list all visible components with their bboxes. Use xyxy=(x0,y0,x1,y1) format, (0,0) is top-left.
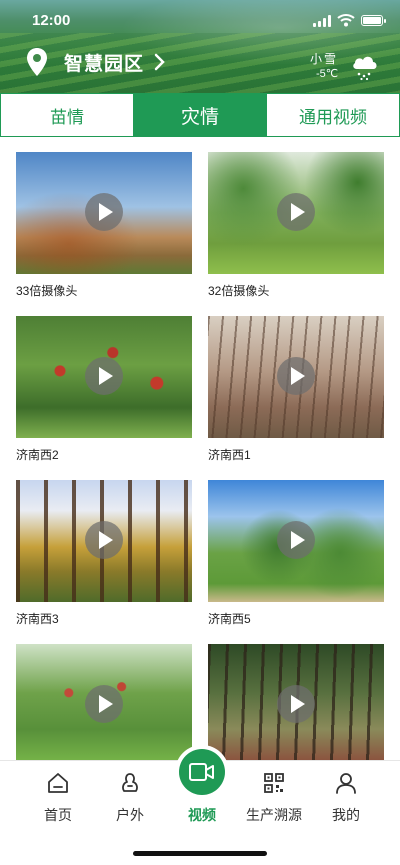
video-card[interactable]: 济南西3 xyxy=(16,480,192,626)
play-icon xyxy=(277,685,315,723)
weather-description: 小雪 xyxy=(310,52,339,66)
play-icon xyxy=(85,685,123,723)
video-title: 济南西5 xyxy=(208,612,251,626)
nav-label: 户外 xyxy=(116,807,144,823)
play-icon xyxy=(85,193,123,231)
nav-item-profile[interactable]: 我的 xyxy=(306,761,386,831)
video-camera-icon xyxy=(189,763,214,781)
nav-label: 首页 xyxy=(44,807,72,823)
play-icon xyxy=(277,357,315,395)
video-thumbnail xyxy=(208,644,384,766)
nav-label: 生产溯源 xyxy=(246,807,302,823)
header-banner: 12:00 智慧园区 小雪 -5℃ xyxy=(0,0,400,93)
video-title: 32倍摄像头 xyxy=(208,284,270,298)
video-title: 济南西1 xyxy=(208,448,251,462)
video-thumbnail xyxy=(208,152,384,274)
status-time: 12:00 xyxy=(32,12,71,29)
nav-label: 我的 xyxy=(332,807,360,823)
battery-icon xyxy=(361,15,386,26)
chevron-right-icon xyxy=(154,53,165,71)
play-icon xyxy=(85,357,123,395)
nav-item-home[interactable]: 首页 xyxy=(18,761,98,831)
video-card[interactable]: 济南西2 xyxy=(16,316,192,462)
user-icon xyxy=(336,773,356,794)
wifi-icon xyxy=(337,14,355,27)
category-tabs: 苗情 灾情 通用视频 xyxy=(0,93,400,137)
qr-code-icon xyxy=(264,773,284,793)
home-indicator xyxy=(133,851,267,856)
play-icon xyxy=(277,521,315,559)
home-icon xyxy=(48,773,68,793)
video-title: 济南西3 xyxy=(16,612,59,626)
video-card[interactable] xyxy=(208,644,384,766)
video-tab-bubble xyxy=(179,749,225,795)
status-bar: 12:00 xyxy=(0,0,400,44)
play-icon xyxy=(85,521,123,559)
video-thumbnail xyxy=(16,644,192,766)
video-card[interactable] xyxy=(16,644,192,766)
video-card[interactable]: 济南西5 xyxy=(208,480,384,626)
location-name: 智慧园区 xyxy=(64,53,145,75)
location-pin-icon xyxy=(27,48,47,76)
nav-item-outdoor[interactable]: 户外 xyxy=(90,761,170,831)
video-thumbnail xyxy=(208,480,384,602)
tab-disaster[interactable]: 灾情 xyxy=(133,94,266,136)
weather-temperature: -5℃ xyxy=(316,68,339,80)
video-title: 济南西2 xyxy=(16,448,59,462)
video-thumbnail xyxy=(16,316,192,438)
bottom-navigation: 首页 户外 视频 生产溯源 我的 xyxy=(0,749,400,865)
video-thumbnail xyxy=(16,480,192,602)
tab-seedling[interactable]: 苗情 xyxy=(1,94,133,136)
nav-item-video[interactable]: 视频 xyxy=(162,749,242,831)
outdoor-icon xyxy=(122,773,138,792)
play-icon xyxy=(277,193,315,231)
video-card[interactable]: 33倍摄像头 xyxy=(16,152,192,298)
video-thumbnail xyxy=(16,152,192,274)
nav-label: 视频 xyxy=(188,807,216,823)
video-title: 33倍摄像头 xyxy=(16,284,78,298)
video-thumbnail xyxy=(208,316,384,438)
nav-item-traceability[interactable]: 生产溯源 xyxy=(234,761,314,831)
weather-widget: 小雪 -5℃ xyxy=(310,50,390,86)
video-card[interactable]: 济南西1 xyxy=(208,316,384,462)
snow-cloud-icon xyxy=(353,56,377,81)
location-selector[interactable]: 智慧园区 xyxy=(26,47,166,77)
tab-general-video[interactable]: 通用视频 xyxy=(266,94,399,136)
video-card[interactable]: 32倍摄像头 xyxy=(208,152,384,298)
cellular-signal-icon xyxy=(313,15,331,27)
